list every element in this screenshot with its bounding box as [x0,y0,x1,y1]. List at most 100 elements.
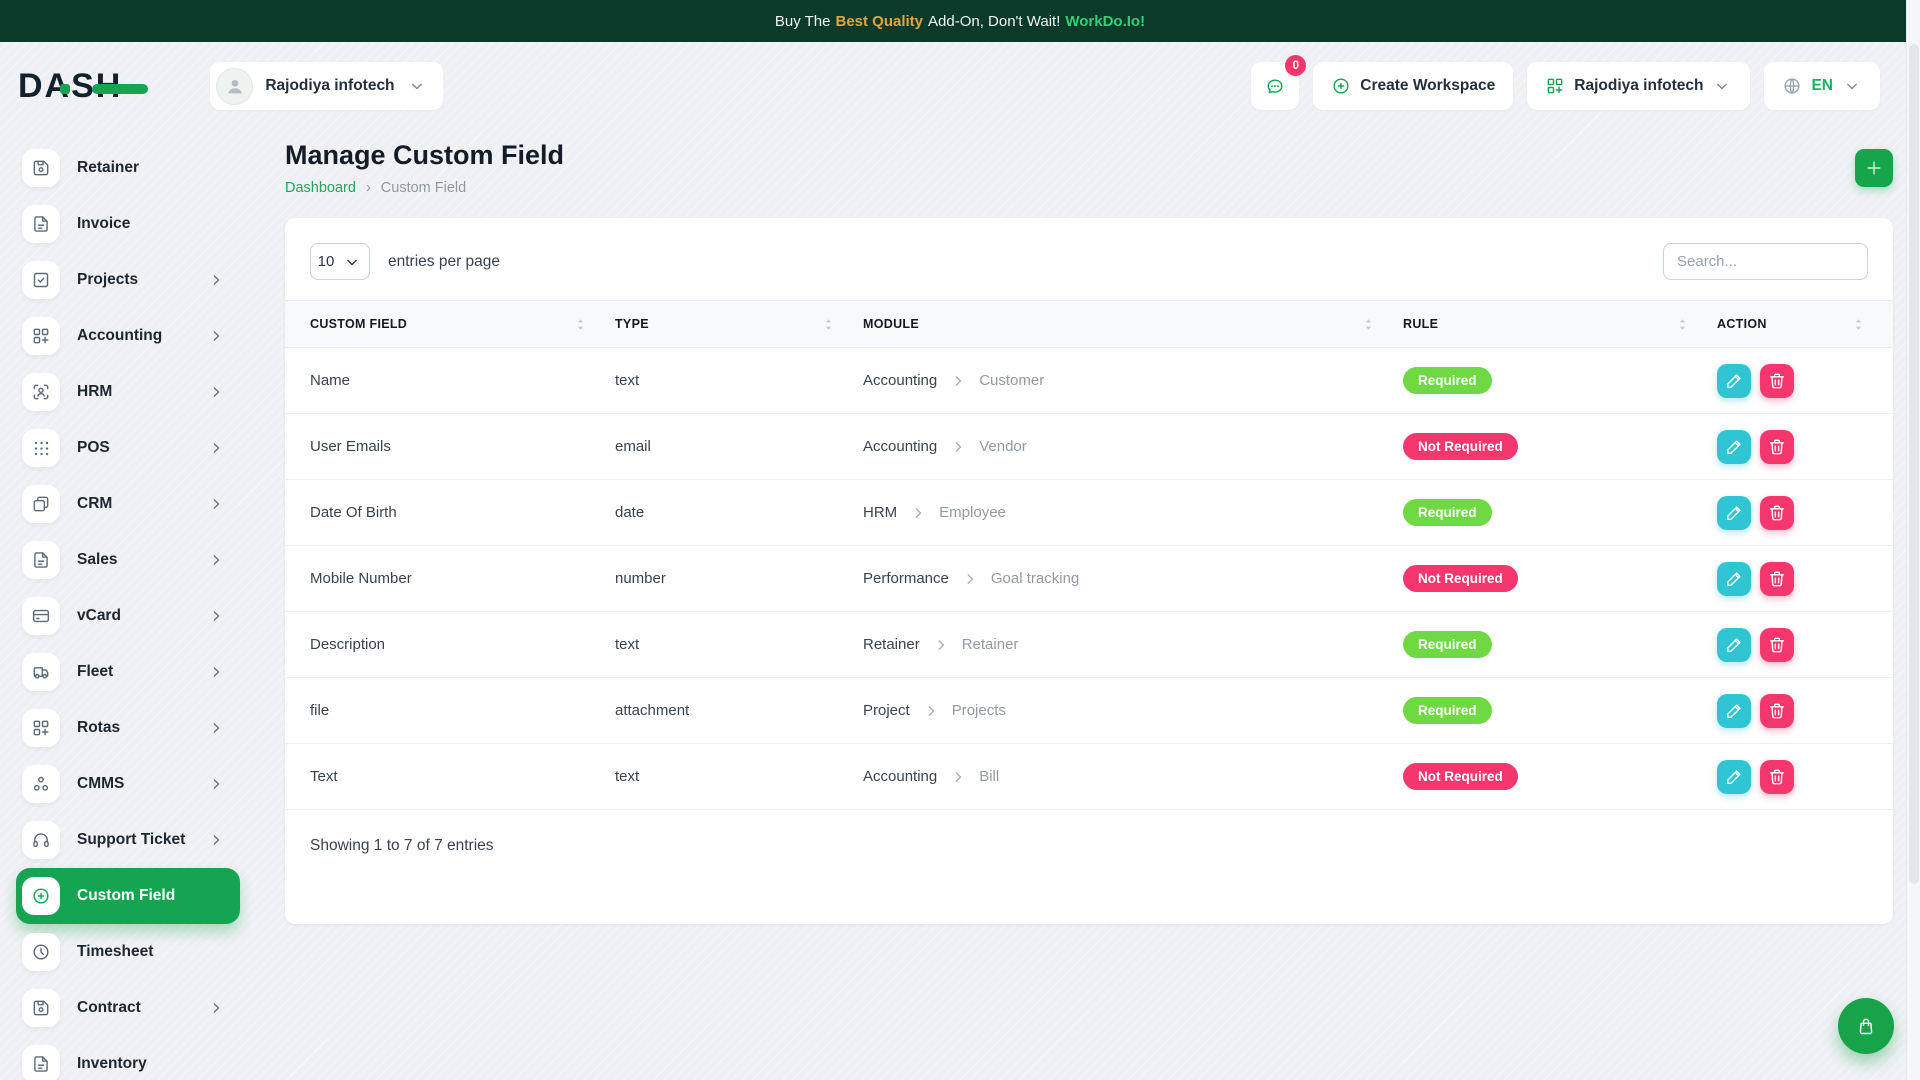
cell-module: AccountingVendor [863,414,1403,480]
breadcrumb-current: Custom Field [381,180,466,196]
truck-icon [22,653,60,691]
chevron-down-icon [1712,76,1732,96]
edit-button[interactable] [1717,430,1751,464]
rule-badge: Required [1403,367,1492,394]
sort-icon[interactable] [822,316,835,333]
scrollbar-thumb[interactable] [1909,44,1919,884]
sidebar-item-support-ticket[interactable]: Support Ticket [16,812,240,868]
module-parent: Project [863,702,910,719]
cell-type: text [615,348,863,414]
trash-icon [1767,569,1787,589]
sidebar-item-label: Rotas [77,719,120,737]
cell-rule: Required [1403,348,1717,414]
marketplace-fab-button[interactable] [1838,998,1894,1054]
sidebar-item-custom-field[interactable]: Custom Field [16,868,240,924]
edit-button[interactable] [1717,628,1751,662]
sidebar-item-contract[interactable]: Contract [16,980,240,1036]
workspace-label: Rajodiya infotech [265,77,394,95]
column-header-module[interactable]: MODULE [863,301,1403,348]
page-scrollbar[interactable] [1906,0,1920,1080]
edit-button[interactable] [1717,364,1751,398]
sort-icon[interactable] [1676,316,1689,333]
delete-button[interactable] [1760,760,1794,794]
module-parent: Retainer [863,636,920,653]
module-child: Projects [952,702,1006,719]
cell-custom-field: Date Of Birth [285,480,615,546]
banner-highlight: Best Quality [835,13,923,30]
delete-button[interactable] [1760,562,1794,596]
sidebar-item-inventory[interactable]: Inventory [16,1036,240,1080]
column-header-action[interactable]: ACTION [1717,301,1893,348]
cell-rule: Not Required [1403,744,1717,810]
edit-button[interactable] [1717,694,1751,728]
sidebar-item-accounting[interactable]: Accounting [16,308,240,364]
edit-button[interactable] [1717,562,1751,596]
grid-plus-icon [22,709,60,747]
language-label: EN [1811,77,1833,95]
pencil-icon [1724,503,1744,523]
trash-icon [1767,701,1787,721]
cell-rule: Not Required [1403,414,1717,480]
sort-icon[interactable] [1852,316,1865,333]
cell-action [1717,678,1893,744]
cell-type: text [615,612,863,678]
cell-rule: Required [1403,612,1717,678]
table-row: DescriptiontextRetainerRetainerRequired [285,612,1893,678]
banner-link[interactable]: WorkDo.Io! [1065,13,1145,30]
column-header-type[interactable]: TYPE [615,301,863,348]
workspace-selector[interactable]: Rajodiya infotech [210,62,442,110]
sidebar-item-cmms[interactable]: CMMS [16,756,240,812]
sidebar-item-sales[interactable]: Sales [16,532,240,588]
sidebar-item-invoice[interactable]: Invoice [16,196,240,252]
module-parent: Accounting [863,372,937,389]
edit-button[interactable] [1717,760,1751,794]
chevron-right-icon [948,767,968,787]
delete-button[interactable] [1760,694,1794,728]
add-custom-field-button[interactable] [1855,149,1893,187]
column-header-rule[interactable]: RULE [1403,301,1717,348]
delete-button[interactable] [1760,628,1794,662]
sidebar-item-pos[interactable]: POS [16,420,240,476]
logo-accent-dot [60,84,70,94]
create-workspace-button[interactable]: Create Workspace [1313,62,1513,110]
company-selector[interactable]: Rajodiya infotech [1527,62,1750,110]
check-square-icon [22,261,60,299]
cell-custom-field: file [285,678,615,744]
sidebar-item-crm[interactable]: CRM [16,476,240,532]
language-selector[interactable]: EN [1764,62,1880,110]
messages-button[interactable]: 0 [1251,62,1299,110]
column-label: TYPE [615,317,649,331]
sort-icon[interactable] [574,316,587,333]
delete-button[interactable] [1760,430,1794,464]
cell-module: HRMEmployee [863,480,1403,546]
plus-circle-icon [1331,76,1351,96]
column-label: CUSTOM FIELD [310,317,407,331]
column-header-custom-field[interactable]: CUSTOM FIELD [285,301,615,348]
sort-icon[interactable] [1362,316,1375,333]
pencil-icon [1724,371,1744,391]
plus-circle-icon [22,877,60,915]
breadcrumb-dashboard-link[interactable]: Dashboard [285,180,356,196]
delete-button[interactable] [1760,364,1794,398]
sidebar-item-timesheet[interactable]: Timesheet [16,924,240,980]
sidebar-item-vcard[interactable]: vCard [16,588,240,644]
chevron-down-icon [407,76,427,96]
sidebar-item-fleet[interactable]: Fleet [16,644,240,700]
banner-text-prefix: Buy The [775,13,831,30]
sidebar-item-label: CMMS [77,775,124,793]
entries-per-page-select[interactable]: 10 [310,243,370,280]
search-input[interactable] [1663,243,1868,280]
column-label: ACTION [1717,317,1767,331]
sidebar-item-projects[interactable]: Projects [16,252,240,308]
delete-button[interactable] [1760,496,1794,530]
sidebar-item-hrm[interactable]: HRM [16,364,240,420]
page-title: Manage Custom Field [285,140,564,171]
sidebar-item-rotas[interactable]: Rotas [16,700,240,756]
chevron-down-icon [1842,76,1862,96]
app-logo[interactable]: DASH [60,67,148,106]
module-parent: Accounting [863,438,937,455]
sidebar-item-retainer[interactable]: Retainer [16,140,240,196]
table-row: fileattachmentProjectProjectsRequired [285,678,1893,744]
promo-banner: Buy The Best Quality Add-On, Don't Wait!… [0,0,1920,42]
edit-button[interactable] [1717,496,1751,530]
